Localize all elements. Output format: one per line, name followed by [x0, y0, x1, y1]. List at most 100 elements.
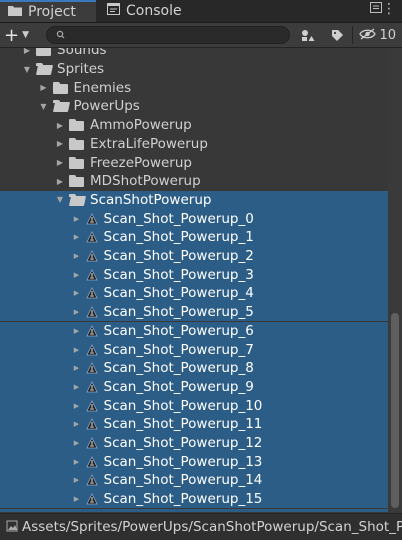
project-toolbar: + ▼ 10: [0, 23, 402, 48]
sprite-icon: [86, 213, 98, 225]
sprite-row[interactable]: ▶ Scan_Shot_Powerup_1: [0, 228, 388, 247]
expand-arrow-open-icon[interactable]: ▼: [39, 102, 49, 111]
expand-arrow-closed-icon[interactable]: ▶: [72, 308, 82, 316]
sprite-icon: [86, 287, 98, 299]
expand-arrow-closed-icon[interactable]: ▶: [55, 121, 65, 130]
sprite-row[interactable]: ▶Scan_Shot_Powerup_5: [0, 303, 388, 322]
expand-arrow-closed-icon[interactable]: ▶: [72, 289, 82, 297]
folder-row[interactable]: ▶ Sounds: [0, 48, 388, 60]
tree-item-label: Scan_Shot_Powerup_10: [104, 398, 263, 414]
expand-arrow-closed-icon[interactable]: ▶: [55, 177, 65, 186]
tab-project[interactable]: Project: [0, 0, 96, 22]
sprite-row[interactable]: ▶ Scan_Shot_Powerup_13: [0, 452, 388, 471]
folder-row[interactable]: ▶ MDShotPowerup: [0, 172, 388, 191]
expand-arrow-closed-icon[interactable]: ▶: [72, 420, 82, 428]
folder-row[interactable]: ▶Enemies: [0, 78, 388, 97]
expand-arrow-closed-icon[interactable]: ▶: [72, 252, 82, 260]
sprite-row[interactable]: ▶ Scan_Shot_Powerup_7: [0, 340, 388, 359]
expand-arrow-closed-icon[interactable]: ▶: [72, 346, 82, 354]
sprite-row[interactable]: ▶ Scan_Shot_Powerup_8: [0, 359, 388, 378]
scrollbar-thumb[interactable]: [391, 313, 399, 508]
folder-row[interactable]: ▶ FreezePowerup: [0, 153, 388, 172]
sprite-row[interactable]: ▶ Scan_Shot_Powerup_12: [0, 434, 388, 453]
tab-console[interactable]: Console: [100, 0, 207, 22]
sprite-icon: [86, 493, 98, 505]
tree-item-label: Scan_Shot_Powerup_12: [104, 435, 263, 451]
sprite-row[interactable]: ▶ Scan_Shot_Powerup_0: [0, 209, 388, 228]
expand-arrow-closed-icon[interactable]: ▶: [39, 83, 49, 92]
expand-arrow-open-icon[interactable]: ▼: [22, 65, 32, 74]
tree-item-label: Scan_Shot_Powerup_8: [104, 360, 254, 376]
sprite-row[interactable]: ▶ Scan_Shot_Powerup_9: [0, 378, 388, 397]
folder-row[interactable]: ▶ AmmoPowerup: [0, 116, 388, 135]
sprite-row[interactable]: ▶ Scan_Shot_Powerup_10: [0, 396, 388, 415]
tab-console-label: Console: [126, 3, 182, 19]
expand-arrow-closed-icon[interactable]: ▶: [72, 233, 82, 241]
sprite-icon: [86, 306, 98, 318]
hidden-packages-toggle[interactable]: 10: [359, 26, 396, 44]
sprite-row[interactable]: ▶ Scan_Shot_Powerup_2: [0, 247, 388, 266]
sprite-row[interactable]: ▶Scan_Shot_Powerup_6: [0, 322, 388, 341]
tree-item-label: Scan_Shot_Powerup_16: [104, 510, 263, 512]
expand-arrow-closed-icon[interactable]: ▶: [55, 158, 65, 167]
console-icon: [107, 3, 120, 19]
tree-item-label: ExtraLifePowerup: [90, 136, 208, 152]
search-icon: [56, 27, 65, 46]
toolbar-divider: [352, 26, 353, 44]
tree-item-label: AmmoPowerup: [90, 117, 192, 133]
sprite-icon: [86, 400, 98, 412]
expand-arrow-closed-icon[interactable]: ▶: [72, 271, 82, 279]
tab-project-label: Project: [28, 4, 76, 20]
tree-item-label: FreezePowerup: [90, 155, 192, 171]
sprite-row[interactable]: ▶Scan_Shot_Powerup_11: [0, 415, 388, 434]
project-tree: ▶ Sounds ▼ Sprites▶Enemies▼PowerUps ▶ AmmoPow…: [0, 48, 388, 512]
chevron-down-icon: ▼: [22, 30, 29, 40]
tree-item-label: Scan_Shot_Powerup_15: [104, 491, 263, 507]
expand-arrow-closed-icon[interactable]: ▶: [72, 383, 82, 391]
tree-item-label: Sprites: [57, 61, 104, 77]
sprite-row[interactable]: ▶Scan_Shot_Powerup_16: [0, 509, 388, 513]
expand-arrow-closed-icon[interactable]: ▶: [22, 48, 32, 55]
tree-item-label: Scan_Shot_Powerup_13: [104, 454, 263, 470]
sprite-icon: [86, 231, 98, 243]
tree-item-label: Scan_Shot_Powerup_2: [104, 248, 254, 264]
expand-arrow-closed-icon[interactable]: ▶: [72, 458, 82, 466]
expand-arrow-closed-icon[interactable]: ▶: [72, 439, 82, 447]
vertical-scrollbar[interactable]: [388, 48, 402, 512]
panel-menu-icon[interactable]: [370, 2, 382, 17]
folder-row[interactable]: ▼PowerUps: [0, 97, 388, 116]
expand-arrow-closed-icon[interactable]: ▶: [72, 402, 82, 410]
folder-icon: [53, 82, 69, 94]
expand-arrow-closed-icon[interactable]: ▶: [72, 495, 82, 503]
sprite-row[interactable]: ▶ Scan_Shot_Powerup_15: [0, 490, 388, 509]
tree-item-label: MDShotPowerup: [90, 173, 201, 189]
sprite-icon: [86, 437, 98, 449]
sprite-row[interactable]: ▶Scan_Shot_Powerup_4: [0, 284, 388, 303]
sprite-row[interactable]: ▶Scan_Shot_Powerup_3: [0, 265, 388, 284]
tree-item-label: Sounds: [57, 48, 107, 58]
tree-item-label: Scan_Shot_Powerup_9: [104, 379, 254, 395]
tab-bar: Project Console ⋮: [0, 0, 402, 23]
expand-arrow-closed-icon[interactable]: ▶: [72, 327, 82, 335]
search-input[interactable]: [71, 28, 275, 44]
label-tag-icon[interactable]: [327, 26, 347, 44]
expand-arrow-closed-icon[interactable]: ▶: [72, 215, 82, 223]
expand-arrow-closed-icon[interactable]: ▶: [55, 139, 65, 148]
search-field[interactable]: [46, 26, 290, 44]
tree-item-label: Scan_Shot_Powerup_1: [104, 229, 254, 245]
tree-item-label: Scan_Shot_Powerup_14: [104, 472, 263, 488]
plus-icon: +: [4, 25, 19, 46]
expand-arrow-closed-icon[interactable]: ▶: [72, 476, 82, 484]
tree-item-label: Scan_Shot_Powerup_0: [104, 211, 254, 227]
folder-row[interactable]: ▼ Sprites: [0, 60, 388, 79]
folder-row[interactable]: ▶ ExtraLifePowerup: [0, 135, 388, 154]
folder-row[interactable]: ▼ScanShotPowerup: [0, 191, 388, 210]
folder-open-icon: [53, 100, 69, 112]
create-button[interactable]: + ▼: [4, 25, 38, 45]
sprite-row[interactable]: ▶ Scan_Shot_Powerup_14: [0, 471, 388, 490]
expand-arrow-closed-icon[interactable]: ▶: [72, 364, 82, 372]
more-options-icon[interactable]: ⋮: [382, 1, 396, 17]
expand-arrow-open-icon[interactable]: ▼: [55, 195, 65, 204]
tree-item-label: Scan_Shot_Powerup_7: [104, 342, 254, 358]
search-by-type-icon[interactable]: [298, 26, 318, 44]
